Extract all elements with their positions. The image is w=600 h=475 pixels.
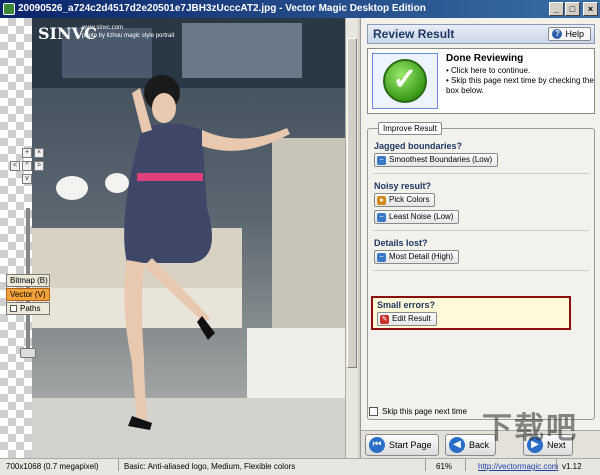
status-divider	[118, 459, 119, 471]
detail-icon: ~	[377, 252, 386, 262]
section-divider	[373, 270, 589, 271]
bitmap-mode-button[interactable]: Bitmap (B)	[6, 274, 50, 287]
help-button[interactable]: ? Help	[548, 27, 591, 41]
panel-title: Review Result	[373, 27, 455, 41]
done-reviewing-box: ✓ Done Reviewing Click here to continue.…	[367, 48, 595, 114]
skip-page-option[interactable]: Skip this page next time	[369, 407, 467, 416]
zoom-level: 61%	[436, 462, 453, 471]
vector-mode-button[interactable]: Vector (V)	[6, 288, 50, 301]
zoom-fit-button[interactable]: ×	[34, 148, 44, 158]
paths-toggle[interactable]: Paths	[6, 302, 50, 315]
pan-down-button[interactable]: v	[22, 174, 32, 184]
start-page-button[interactable]: ⏮ Start Page	[365, 434, 439, 456]
details-title: Details lost?	[374, 238, 428, 248]
version-label: v1.12	[562, 462, 582, 471]
status-divider	[425, 459, 426, 471]
status-divider	[556, 459, 557, 471]
improve-result-group: Improve Result Jagged boundaries? ~ Smoo…	[367, 122, 595, 420]
view-mode-group: Bitmap (B) Vector (V) Paths	[6, 274, 50, 316]
image-dimensions: 700x1068 (0.7 megapixel)	[6, 462, 99, 471]
pan-up-button[interactable]: ^	[22, 161, 32, 171]
result-photo: SINVC www.sinvc.com photo by lizhou magi…	[32, 18, 345, 458]
least-noise-button[interactable]: ~ Least Noise (Low)	[374, 210, 460, 224]
noisy-title: Noisy result?	[374, 181, 432, 191]
small-errors-title: Small errors?	[377, 300, 436, 310]
pencil-icon: ✎	[380, 314, 389, 324]
app-icon	[3, 3, 15, 15]
status-bar: 700x1068 (0.7 megapixel) Basic: Anti-ali…	[0, 458, 600, 475]
most-detail-button[interactable]: ~ Most Detail (High)	[374, 250, 460, 264]
vectorize-settings: Basic: Anti-aliased logo, Medium, Flexib…	[124, 462, 296, 471]
paths-checkbox[interactable]	[10, 305, 17, 313]
smoothest-boundaries-button[interactable]: ~ Smoothest Boundaries (Low)	[374, 153, 499, 167]
section-divider	[373, 173, 589, 174]
photo-credit: www.sinvc.com photo by lizhou magic styl…	[82, 25, 175, 39]
pan-right-button[interactable]: >	[34, 161, 44, 171]
image-canvas[interactable]: SINVC www.sinvc.com photo by lizhou magi…	[0, 18, 358, 458]
pan-left-button[interactable]: <	[10, 161, 20, 171]
start-page-icon: ⏮	[369, 437, 385, 453]
pick-colors-button[interactable]: ● Pick Colors	[374, 193, 436, 207]
photo-illustration	[32, 18, 345, 458]
checkmark-icon: ✓	[383, 59, 427, 103]
site-watermark-logo: 下载吧	[482, 412, 578, 445]
minimize-button[interactable]: _	[549, 2, 564, 16]
help-icon: ?	[552, 29, 563, 39]
review-panel: Review Result ? Help ✓ Done Reviewing Cl…	[360, 18, 600, 458]
back-arrow-icon: ◀	[449, 437, 465, 453]
window-title: 20090526_a724c2d4517d2e20501e7JBH3zUcccA…	[18, 3, 426, 14]
panel-header: Review Result ? Help	[367, 24, 595, 44]
skip-page-checkbox[interactable]	[369, 407, 378, 416]
status-divider	[465, 459, 466, 471]
zoom-in-button[interactable]: +	[22, 148, 32, 158]
vectormagic-link[interactable]: http://vectormagic.com	[478, 459, 558, 475]
done-reviewing-button[interactable]: ✓	[372, 53, 438, 109]
edit-result-button[interactable]: ✎ Edit Result	[377, 312, 437, 326]
section-divider	[373, 230, 589, 231]
smooth-icon: ~	[377, 155, 386, 165]
denoise-icon: ~	[377, 212, 386, 222]
zoom-slider-handle[interactable]	[20, 348, 36, 358]
jagged-title: Jagged boundaries?	[374, 141, 463, 151]
scrollbar-thumb[interactable]	[347, 38, 357, 368]
small-errors-box: Small errors? ✎ Edit Result	[371, 296, 571, 330]
palette-icon: ●	[377, 195, 386, 205]
done-title: Done Reviewing	[446, 53, 524, 64]
improve-result-legend: Improve Result	[378, 122, 442, 135]
done-instructions: Click here to continue. Skip this page n…	[446, 66, 594, 96]
vertical-scrollbar[interactable]	[345, 18, 358, 458]
window-controls: _ □ ×	[549, 2, 598, 16]
maximize-button[interactable]: □	[565, 2, 580, 16]
close-button[interactable]: ×	[583, 2, 598, 16]
title-bar: 20090526_a724c2d4517d2e20501e7JBH3zUcccA…	[0, 0, 600, 18]
